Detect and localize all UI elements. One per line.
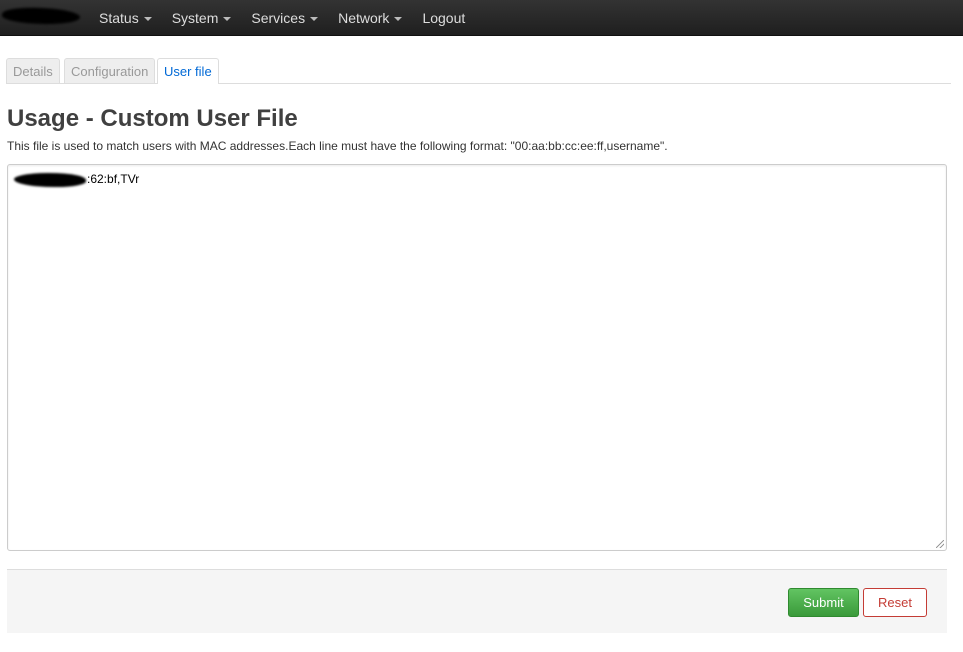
caret-down-icon: [143, 17, 152, 21]
nav-network-label: Network: [338, 10, 390, 26]
tab-user-file[interactable]: User file: [157, 58, 219, 84]
tab-details[interactable]: Details: [6, 58, 60, 83]
nav-services[interactable]: Services: [241, 0, 328, 36]
nav-system[interactable]: System: [162, 0, 242, 36]
page-description: This file is used to match users with MA…: [7, 139, 668, 153]
top-navbar: Status System Services Network Logout: [0, 0, 963, 36]
reset-button[interactable]: Reset: [863, 588, 927, 617]
form-actions: Submit Reset: [7, 569, 947, 633]
tab-configuration[interactable]: Configuration: [64, 58, 156, 83]
nav-logout-label: Logout: [422, 10, 466, 26]
tab-bar: Details Configuration User file: [6, 58, 951, 84]
nav-network[interactable]: Network: [328, 0, 412, 36]
editor-line-text: :62:bf,TVr: [87, 172, 140, 186]
redacted-mac-prefix: [14, 172, 86, 187]
editor-line: :62:bf,TVr: [14, 171, 139, 187]
caret-down-icon: [394, 17, 403, 21]
brand-logo[interactable]: [0, 0, 88, 36]
nav-status[interactable]: Status: [89, 0, 162, 36]
resize-grip-icon[interactable]: [936, 540, 944, 548]
user-file-textarea[interactable]: :62:bf,TVr: [7, 164, 947, 551]
caret-down-icon: [223, 17, 232, 21]
nav-services-label: Services: [251, 10, 306, 26]
caret-down-icon: [310, 17, 319, 21]
page-title: Usage - Custom User File: [7, 105, 298, 132]
nav-status-label: Status: [99, 10, 139, 26]
submit-button[interactable]: Submit: [788, 588, 859, 617]
nav-system-label: System: [171, 10, 219, 26]
nav-logout[interactable]: Logout: [412, 0, 475, 36]
main-nav: Status System Services Network Logout: [89, 0, 475, 36]
redacted-brand-mark: [1, 5, 81, 27]
